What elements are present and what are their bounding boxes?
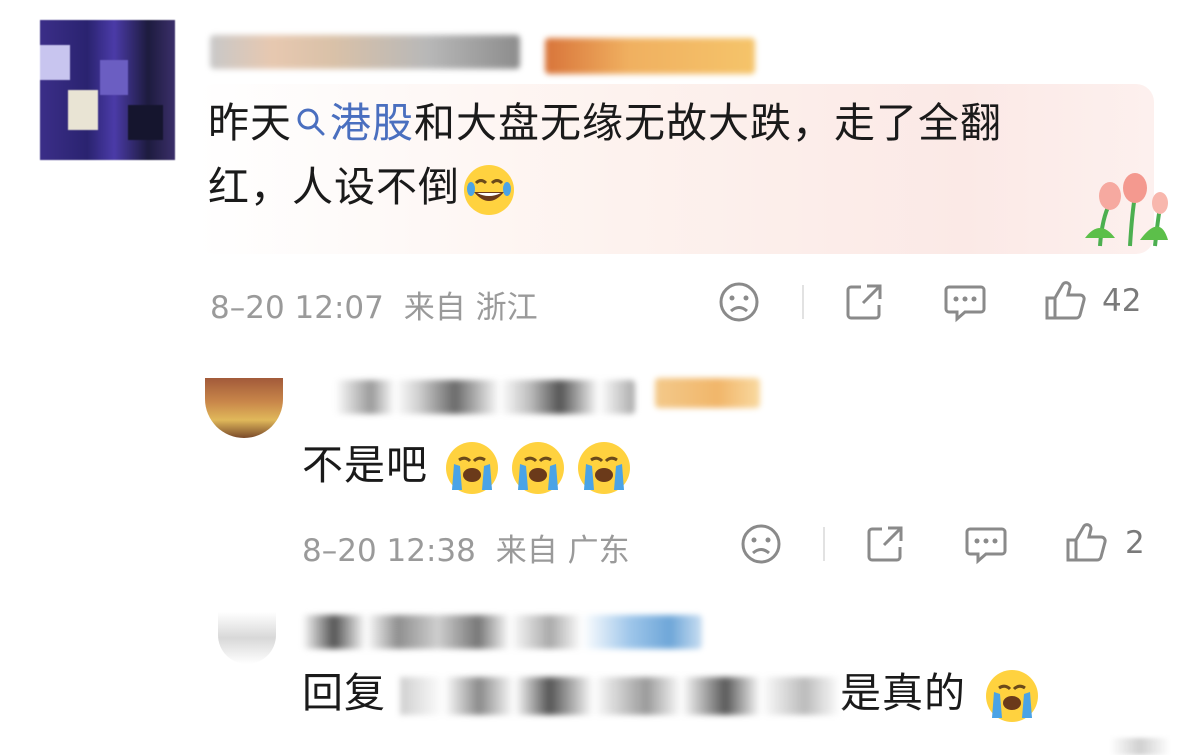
comment-text-part: 是真的: [840, 669, 967, 717]
comment-icon[interactable]: [943, 283, 987, 323]
username-blurred[interactable]: [302, 615, 702, 649]
comment-date: 8–20 12:38: [302, 533, 476, 569]
dislike-icon[interactable]: [718, 281, 760, 323]
like-count: 42: [1102, 283, 1142, 319]
comment-text-part: 不是吧: [302, 441, 428, 489]
username-blurred[interactable]: [335, 380, 635, 414]
comment-text: 昨天 港股和大盘无缘无故大跌，走了全翻: [208, 94, 1002, 152]
comment-meta: 8–20 12:07 来自 浙江: [210, 282, 538, 327]
crying-emoji-icon: [446, 442, 499, 494]
comment-meta: 8–20 12:38 来自 广东: [302, 525, 630, 570]
comment-text-part: 红，人设不倒: [208, 163, 460, 211]
dislike-icon[interactable]: [740, 523, 782, 565]
divider: [823, 527, 825, 561]
comment-date: 8–20 12:07: [210, 290, 384, 326]
divider: [802, 285, 804, 319]
crying-emoji-icon: [578, 442, 631, 494]
comment-icon[interactable]: [964, 525, 1008, 565]
like-icon[interactable]: [1043, 280, 1087, 322]
search-icon: [297, 108, 325, 136]
user-badge-blurred: [655, 378, 760, 408]
comment-text-part: 和大盘无缘无故大跌，走了全翻: [414, 99, 1002, 147]
comment-text: 回复 是真的: [302, 664, 1039, 722]
share-icon[interactable]: [843, 281, 885, 323]
like-icon[interactable]: [1064, 522, 1108, 564]
avatar[interactable]: [205, 378, 283, 438]
crying-emoji-icon: [986, 670, 1039, 722]
comment-location: 来自 浙江: [403, 290, 538, 326]
tulip-decoration-icon: [1085, 173, 1168, 247]
reply-prefix: 回复: [302, 669, 386, 717]
laugh-cry-emoji-icon: [464, 165, 514, 215]
cropped-content: [1110, 738, 1170, 755]
avatar[interactable]: [40, 20, 175, 160]
comment-location: 来自 广东: [495, 533, 630, 569]
avatar[interactable]: [218, 612, 276, 664]
share-icon[interactable]: [864, 523, 906, 565]
username-blurred[interactable]: [210, 35, 520, 69]
mention-blurred[interactable]: [400, 677, 841, 715]
comment-text-part: 昨天: [208, 99, 292, 147]
like-count: 2: [1125, 525, 1145, 561]
topic-tag-link[interactable]: 港股: [330, 99, 414, 147]
comment-text: 不是吧: [302, 436, 631, 494]
comment-text-line2: 红，人设不倒: [208, 158, 514, 216]
crying-emoji-icon: [512, 442, 565, 494]
user-badge-blurred: [545, 38, 755, 74]
